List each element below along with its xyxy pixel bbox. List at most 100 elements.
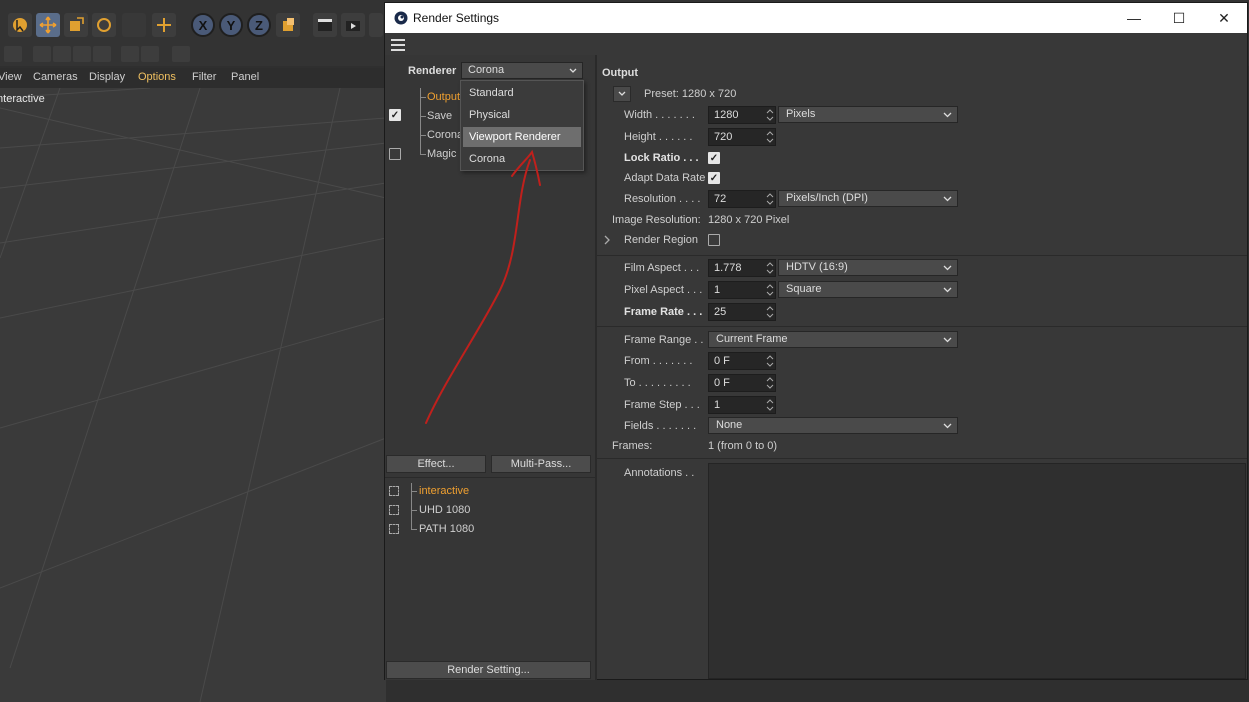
dialog-titlebar[interactable]: Render Settings — ☐ ✕ — [385, 3, 1247, 33]
pixel-aspect-value: 1 — [714, 284, 721, 296]
adapt-data-rate-checkbox[interactable]: ✓ — [708, 172, 720, 184]
resolution-label: Resolution . . . . — [624, 193, 701, 205]
tree-connector — [420, 88, 426, 98]
tree-item-save[interactable]: Save — [427, 110, 452, 122]
tool-icon[interactable] — [4, 46, 22, 62]
tree-item-corona[interactable]: Corona — [427, 129, 463, 141]
fields-select[interactable]: None — [708, 417, 958, 434]
from-input[interactable]: 0 F — [708, 352, 776, 370]
tree-connector — [420, 98, 426, 117]
frame-rate-input[interactable]: 25 — [708, 303, 776, 321]
spinner-arrows-icon[interactable] — [766, 305, 774, 319]
film-aspect-input[interactable]: 1.778 — [708, 259, 776, 277]
tool-icon[interactable] — [121, 46, 139, 62]
edit-render-settings-icon[interactable] — [369, 13, 383, 37]
frame-step-input[interactable]: 1 — [708, 396, 776, 414]
close-button[interactable]: ✕ — [1201, 3, 1247, 33]
adapt-data-rate-label: Adapt Data Rate — [624, 172, 706, 184]
resolution-unit-select[interactable]: Pixels/Inch (DPI) — [778, 190, 958, 207]
film-aspect-label: Film Aspect . . . — [624, 262, 700, 274]
pointer-tool-icon[interactable] — [8, 13, 32, 37]
render-setting-uhd-1080[interactable]: UHD 1080 — [419, 504, 470, 516]
menu-options[interactable]: Options — [138, 71, 176, 83]
height-label: Height . . . . . . — [624, 131, 693, 143]
menu-cameras[interactable]: Cameras — [33, 71, 78, 83]
y-axis-lock-button[interactable]: Y — [219, 13, 243, 37]
spinner-arrows-icon[interactable] — [766, 130, 774, 144]
tool-icon[interactable] — [172, 46, 190, 62]
menu-view[interactable]: View — [0, 71, 22, 83]
frame-range-value: Current Frame — [716, 333, 788, 345]
lock-ratio-checkbox[interactable]: ✓ — [708, 152, 720, 164]
tool-icon[interactable] — [33, 46, 51, 62]
frame-range-select[interactable]: Current Frame — [708, 331, 958, 348]
inactive-tool-icon[interactable] — [122, 13, 146, 37]
pixel-aspect-input[interactable]: 1 — [708, 281, 776, 299]
pane-divider[interactable] — [595, 55, 597, 680]
chevron-right-icon[interactable] — [603, 235, 611, 245]
scale-tool-icon[interactable] — [64, 13, 88, 37]
tool-icon[interactable] — [73, 46, 91, 62]
add-object-icon[interactable] — [152, 13, 176, 37]
spinner-arrows-icon[interactable] — [766, 376, 774, 390]
chevron-down-icon — [618, 91, 626, 96]
tool-icon[interactable] — [141, 46, 159, 62]
rotate-tool-icon[interactable] — [92, 13, 116, 37]
renderer-label: Renderer — [408, 65, 457, 77]
tool-icon[interactable] — [53, 46, 71, 62]
tree-item-magic[interactable]: Magic — [427, 148, 456, 160]
magic-enable-checkbox[interactable] — [389, 148, 401, 160]
preset-label: Preset: 1280 x 720 — [644, 88, 737, 100]
z-axis-lock-button[interactable]: Z — [247, 13, 271, 37]
viewport-camera-label: Interactive — [0, 93, 45, 105]
spinner-arrows-icon[interactable] — [766, 283, 774, 297]
effect-button[interactable]: Effect... — [386, 455, 486, 473]
spinner-arrows-icon[interactable] — [766, 261, 774, 275]
film-aspect-select[interactable]: HDTV (16:9) — [778, 259, 958, 276]
renderer-option-viewport-renderer[interactable]: Viewport Renderer — [463, 127, 581, 147]
move-tool-icon[interactable] — [36, 13, 60, 37]
render-picture-viewer-icon[interactable] — [341, 13, 365, 37]
multi-pass-button[interactable]: Multi-Pass... — [491, 455, 591, 473]
annotations-textarea[interactable] — [708, 463, 1246, 679]
to-input[interactable]: 0 F — [708, 374, 776, 392]
output-enable-checkbox[interactable]: ✓ — [389, 109, 401, 121]
frame-rate-value: 25 — [714, 306, 727, 318]
preset-toggle-button[interactable] — [613, 86, 631, 102]
minimize-button[interactable]: — — [1111, 3, 1157, 33]
chevron-down-icon — [943, 265, 952, 271]
render-view-icon[interactable] — [313, 13, 337, 37]
chevron-down-icon — [569, 68, 577, 73]
coordinate-system-icon[interactable] — [276, 13, 300, 37]
pixel-aspect-select[interactable]: Square — [778, 281, 958, 298]
spinner-arrows-icon[interactable] — [766, 354, 774, 368]
width-unit-select[interactable]: Pixels — [778, 106, 958, 123]
height-input[interactable]: 720 — [708, 128, 776, 146]
chevron-down-icon — [943, 196, 952, 202]
spinner-arrows-icon[interactable] — [766, 398, 774, 412]
width-input[interactable]: 1280 — [708, 106, 776, 124]
render-setting-button[interactable]: Render Setting... — [386, 661, 591, 679]
maximize-button[interactable]: ☐ — [1156, 3, 1202, 33]
hamburger-menu-icon[interactable] — [391, 39, 405, 51]
3d-viewport[interactable]: Interactive — [0, 88, 386, 702]
renderer-select[interactable]: Corona — [461, 62, 583, 79]
renderer-option-corona[interactable]: Corona — [463, 149, 581, 169]
resolution-input[interactable]: 72 — [708, 190, 776, 208]
renderer-dropdown-menu: Standard Physical Viewport Renderer Coro… — [460, 80, 584, 171]
menu-display[interactable]: Display — [89, 71, 125, 83]
renderer-option-physical[interactable]: Physical — [463, 105, 581, 125]
renderer-option-standard[interactable]: Standard — [463, 83, 581, 103]
tree-item-output[interactable]: Output — [427, 91, 460, 103]
renderer-selected-value: Corona — [468, 64, 505, 76]
render-region-checkbox[interactable] — [708, 234, 720, 246]
film-aspect-preset-value: HDTV (16:9) — [786, 261, 848, 273]
render-setting-path-1080[interactable]: PATH 1080 — [419, 523, 474, 535]
menu-filter[interactable]: Filter — [192, 71, 216, 83]
menu-panel[interactable]: Panel — [231, 71, 259, 83]
spinner-arrows-icon[interactable] — [766, 192, 774, 206]
tool-icon[interactable] — [93, 46, 111, 62]
spinner-arrows-icon[interactable] — [766, 108, 774, 122]
x-axis-lock-button[interactable]: X — [191, 13, 215, 37]
render-setting-interactive[interactable]: interactive — [419, 485, 469, 497]
